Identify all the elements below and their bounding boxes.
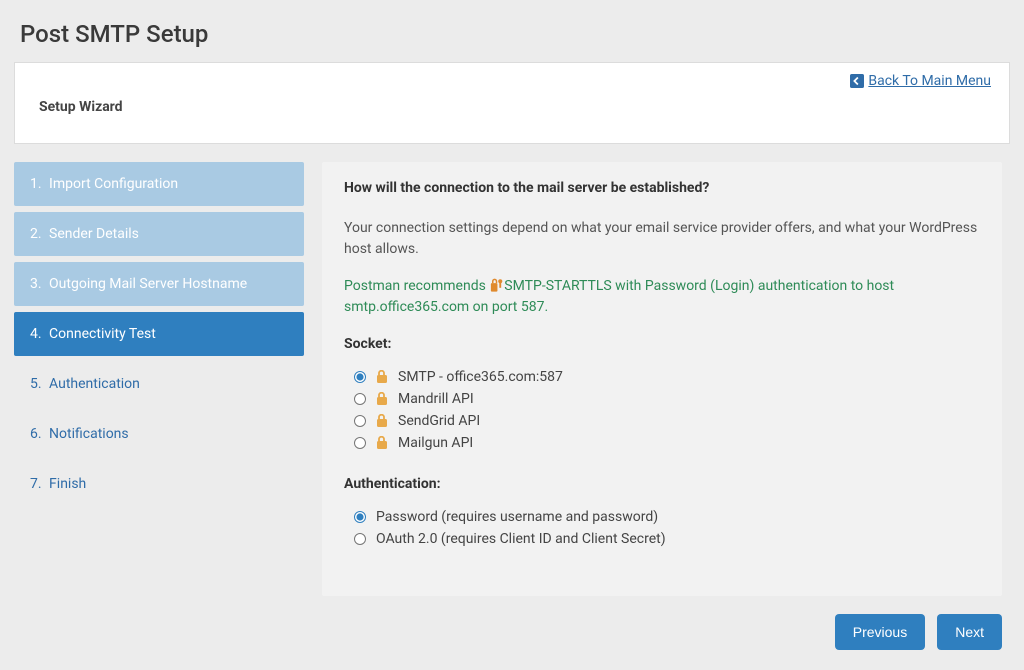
socket-radio[interactable]	[354, 415, 366, 427]
back-link-text: Back To Main Menu	[868, 73, 991, 89]
step-number: 7.	[30, 476, 42, 492]
socket-option-mailgun[interactable]: Mailgun API	[354, 432, 980, 454]
socket-radio[interactable]	[354, 437, 366, 449]
recommend-prefix: Postman recommends	[344, 278, 489, 294]
socket-option-label: SMTP - office365.com:587	[398, 369, 563, 385]
lock-icon	[376, 414, 388, 428]
next-button[interactable]: Next	[937, 614, 1002, 650]
back-to-main-link[interactable]: Back To Main Menu	[850, 73, 991, 89]
step-number: 6.	[30, 426, 42, 442]
step-label: Authentication	[49, 376, 140, 392]
wizard-steps: 1. Import Configuration 2. Sender Detail…	[14, 162, 304, 650]
authentication-label: Authentication:	[344, 476, 980, 492]
socket-label: Socket:	[344, 336, 980, 352]
back-arrow-icon	[850, 74, 864, 88]
step-label: Import Configuration	[49, 176, 178, 192]
step-number: 3.	[30, 276, 42, 292]
step-number: 1.	[30, 176, 42, 192]
step-finish[interactable]: 7. Finish	[14, 462, 304, 506]
step-label: Sender Details	[49, 226, 139, 242]
lock-icon	[376, 370, 388, 384]
lock-icon	[376, 392, 388, 406]
socket-radio[interactable]	[354, 371, 366, 383]
socket-option-sendgrid[interactable]: SendGrid API	[354, 410, 980, 432]
wizard-content: How will the connection to the mail serv…	[322, 162, 1002, 596]
step-number: 5.	[30, 376, 42, 392]
content-description: Your connection settings depend on what …	[344, 218, 980, 260]
step-label: Connectivity Test	[49, 326, 156, 342]
socket-option-label: SendGrid API	[398, 413, 480, 429]
auth-option-label: Password (requires username and password…	[376, 509, 658, 525]
auth-option-oauth[interactable]: OAuth 2.0 (requires Client ID and Client…	[354, 528, 980, 550]
wizard-header-card: Back To Main Menu Setup Wizard	[14, 62, 1010, 144]
auth-radio[interactable]	[354, 511, 366, 523]
page-title: Post SMTP Setup	[20, 20, 1010, 48]
key-icon	[489, 278, 504, 292]
auth-option-label: OAuth 2.0 (requires Client ID and Client…	[376, 531, 666, 547]
step-import-configuration[interactable]: 1. Import Configuration	[14, 162, 304, 206]
step-label: Outgoing Mail Server Hostname	[49, 276, 247, 292]
socket-radio[interactable]	[354, 393, 366, 405]
wizard-title: Setup Wizard	[39, 99, 985, 115]
auth-radio[interactable]	[354, 533, 366, 545]
step-number: 2.	[30, 226, 42, 242]
socket-option-label: Mailgun API	[398, 435, 473, 451]
step-notifications[interactable]: 6. Notifications	[14, 412, 304, 456]
step-authentication[interactable]: 5. Authentication	[14, 362, 304, 406]
content-recommend: Postman recommends SMTP-STARTTLS with Pa…	[344, 276, 980, 318]
step-connectivity-test[interactable]: 4. Connectivity Test	[14, 312, 304, 356]
lock-icon	[376, 436, 388, 450]
auth-option-password[interactable]: Password (requires username and password…	[354, 506, 980, 528]
authentication-options: Password (requires username and password…	[354, 506, 980, 550]
wizard-nav-buttons: Previous Next	[322, 614, 1002, 650]
socket-option-mandrill[interactable]: Mandrill API	[354, 388, 980, 410]
step-label: Notifications	[49, 426, 129, 442]
step-sender-details[interactable]: 2. Sender Details	[14, 212, 304, 256]
socket-option-label: Mandrill API	[398, 391, 474, 407]
step-label: Finish	[49, 476, 86, 492]
step-number: 4.	[30, 326, 42, 342]
socket-options: SMTP - office365.com:587 Mandrill API Se…	[354, 366, 980, 454]
step-outgoing-mail-server[interactable]: 3. Outgoing Mail Server Hostname	[14, 262, 304, 306]
socket-option-smtp[interactable]: SMTP - office365.com:587	[354, 366, 980, 388]
previous-button[interactable]: Previous	[835, 614, 925, 650]
content-question: How will the connection to the mail serv…	[344, 180, 980, 196]
